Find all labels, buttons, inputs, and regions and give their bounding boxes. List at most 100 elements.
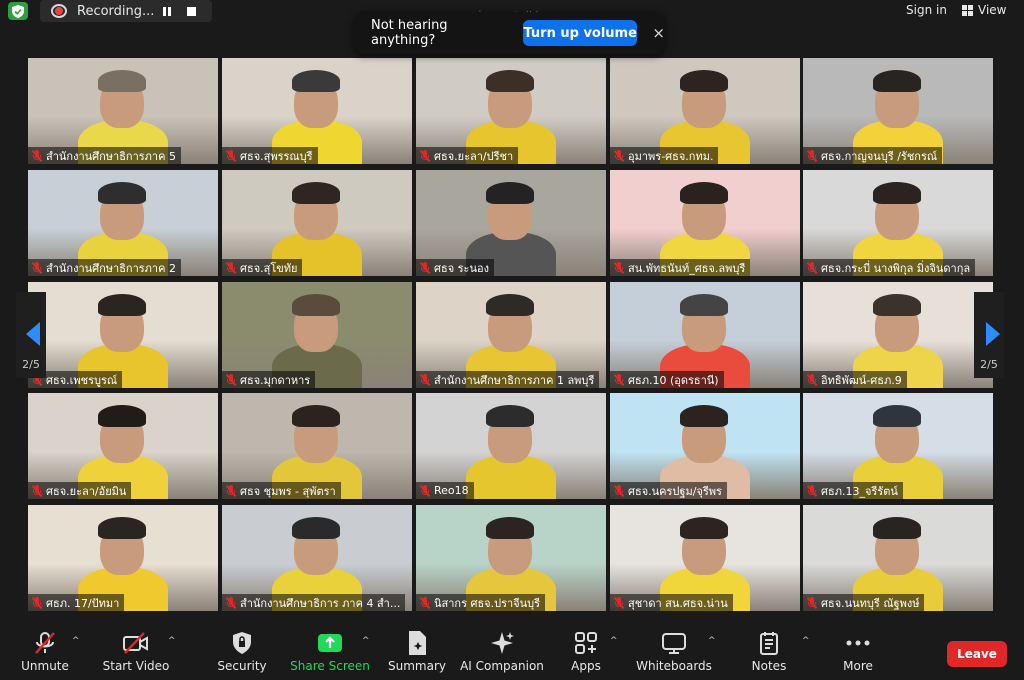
more-label: More	[843, 659, 873, 673]
participant-name: ศธจ ระนอง	[434, 261, 489, 275]
participant-name: ศธจ.มุกดาหาร	[240, 373, 311, 387]
participant-video-tile[interactable]: ศธจ.ยะลา/อัยมิน	[28, 393, 218, 499]
ai-companion-button[interactable]: AI Companion	[460, 628, 544, 673]
pause-recording-button[interactable]	[155, 0, 179, 22]
leave-meeting-button[interactable]: Leave	[947, 641, 1007, 667]
participant-name-bar: Reo18	[416, 482, 474, 499]
participant-video-tile[interactable]: อิทธิพัฒน์-ศธภ.9	[803, 282, 993, 388]
unmute-button[interactable]: Unmute	[21, 628, 69, 673]
zoom-meeting-window: Recording... กพร.สป.ศธ.ว. talking... Sig…	[0, 0, 1024, 680]
participant-name-bar: ศธจ.นครปฐม/จุรีพร	[610, 482, 727, 499]
microphone-muted-icon	[613, 261, 625, 274]
participant-video-tile[interactable]: สำนักงานศึกษาธิการภาค 5	[28, 58, 218, 164]
participant-video-tile[interactable]: นิสากร ศธจ.ปราจีนบุรี	[416, 505, 606, 611]
unmute-label: Unmute	[21, 659, 69, 673]
summary-button[interactable]: Summary	[388, 628, 446, 673]
encryption-shield-icon[interactable]	[8, 2, 28, 20]
notes-button[interactable]: Notes	[750, 628, 788, 673]
participant-name: ศธภ.13_จรีรัตน์	[821, 484, 898, 498]
participant-video-tile[interactable]: ศธภ.13_จรีรัตน์	[803, 393, 993, 499]
participant-name: อิทธิพัฒน์-ศธภ.9	[821, 373, 902, 387]
participant-video-tile[interactable]: ศธภ. 17/ปัทมา	[28, 505, 218, 611]
participant-name-bar: นิสากร ศธจ.ปราจีนบุรี	[416, 594, 546, 611]
whiteboards-button[interactable]: Whiteboards	[636, 628, 712, 673]
apps-button[interactable]: Apps	[568, 628, 604, 673]
recording-indicator: Recording...	[40, 0, 212, 22]
security-button[interactable]: Security	[217, 628, 267, 673]
view-button[interactable]: View	[962, 3, 1006, 17]
microphone-muted-icon	[32, 628, 58, 658]
arrow-right-icon	[986, 322, 1000, 346]
participant-video-tile[interactable]: Reo18	[416, 393, 606, 499]
notes-icon	[759, 628, 779, 658]
notes-options-caret-icon[interactable]: ^	[802, 636, 810, 646]
apps-options-caret-icon[interactable]: ^	[610, 636, 618, 646]
participant-video-tile[interactable]: ศธจ.สุพรรณบุรี	[222, 58, 412, 164]
participant-video-tile[interactable]: ศธภ.10 (อุดรธานี)	[610, 282, 800, 388]
summary-document-icon	[406, 628, 428, 658]
participant-video-tile[interactable]: สำนักงานศึกษาธิการ ภาค 4 สำ...	[222, 505, 412, 611]
participant-name-bar: สำนักงานศึกษาธิการ ภาค 4 สำ...	[222, 594, 406, 611]
sign-in-link[interactable]: Sign in	[906, 3, 947, 17]
microphone-muted-icon	[419, 149, 431, 162]
page-indicator-right: 2/5	[980, 358, 998, 371]
more-button[interactable]: More	[840, 628, 876, 673]
whiteboard-icon	[661, 628, 687, 658]
participant-name-bar: สุชาดา สน.ศธจ.น่าน	[610, 594, 733, 611]
participant-video-tile[interactable]: ศธจ.นนทบุรี ณัฐพงษ์	[803, 505, 993, 611]
participant-video-tile[interactable]: อุมาพร-ศธจ.กทม.	[610, 58, 800, 164]
view-label: View	[978, 3, 1007, 17]
microphone-muted-icon	[225, 484, 237, 497]
participant-video-tile[interactable]: ศธจ.สุโขทัย	[222, 170, 412, 276]
next-page-button[interactable]: 2/5	[974, 292, 1004, 378]
share-screen-button[interactable]: Share Screen	[290, 628, 370, 673]
ai-companion-label: AI Companion	[460, 659, 544, 673]
page-indicator-left: 2/5	[22, 358, 40, 371]
recording-label: Recording...	[77, 3, 155, 19]
stop-recording-button[interactable]	[179, 0, 203, 22]
whiteboards-options-caret-icon[interactable]: ^	[708, 636, 716, 646]
audio-options-caret-icon[interactable]: ^	[72, 636, 80, 646]
microphone-muted-icon	[419, 484, 431, 497]
microphone-muted-icon	[31, 596, 43, 609]
participant-name: สำนักงานศึกษาธิการภาค 2	[46, 261, 176, 275]
participant-name-bar: อุมาพร-ศธจ.กทม.	[610, 147, 719, 164]
previous-page-button[interactable]: 2/5	[16, 292, 46, 378]
microphone-muted-icon	[806, 373, 818, 386]
video-options-caret-icon[interactable]: ^	[168, 636, 176, 646]
participant-video-tile[interactable]: สำนักงานศึกษาธิการภาค 2	[28, 170, 218, 276]
participant-name-bar: ศธจ.สุพรรณบุรี	[222, 147, 318, 164]
participant-name: ศธจ.สุโขทัย	[240, 261, 298, 275]
microphone-muted-icon	[31, 261, 43, 274]
participant-video-tile[interactable]: ศธจ.เพชรบูรณ์	[28, 282, 218, 388]
microphone-muted-icon	[613, 596, 625, 609]
participant-name-bar: ศธภ.13_จรีรัตน์	[803, 482, 903, 499]
participant-video-tile[interactable]: ศธจ.กาญจนบุรี /รัชกรณ์	[803, 58, 993, 164]
participant-video-tile[interactable]: ศธจ.นครปฐม/จุรีพร	[610, 393, 800, 499]
participant-video-tile[interactable]: สน.พัทธนันท์_ศธจ.ลพบุรี	[610, 170, 800, 276]
participant-name: ศธจ.กระบี่ นางพิกุล มิ่งจินดากุล	[821, 261, 971, 275]
participant-name: ศธภ.10 (อุดรธานี)	[628, 373, 719, 387]
microphone-muted-icon	[613, 484, 625, 497]
participant-name: ศธจ.สุพรรณบุรี	[240, 149, 313, 163]
share-options-caret-icon[interactable]: ^	[362, 636, 370, 646]
participant-video-tile[interactable]: ศธจ ชุมพร - สุพัตรา	[222, 393, 412, 499]
turn-up-volume-button[interactable]: Turn up volume	[522, 20, 638, 46]
participant-name-bar: ศธจ.กาญจนบุรี /รัชกรณ์	[803, 147, 943, 164]
microphone-muted-icon	[225, 596, 237, 609]
participant-video-tile[interactable]: ศธจ.มุกดาหาร	[222, 282, 412, 388]
participant-video-tile[interactable]: ศธจ.กระบี่ นางพิกุล มิ่งจินดากุล	[803, 170, 993, 276]
microphone-muted-icon	[613, 373, 625, 386]
participant-video-tile[interactable]: ศธจ.ยะลา/ปรีชา	[416, 58, 606, 164]
participant-video-tile[interactable]: ศธจ ระนอง	[416, 170, 606, 276]
participant-video-tile[interactable]: สุชาดา สน.ศธจ.น่าน	[610, 505, 800, 611]
participant-name: อุมาพร-ศธจ.กทม.	[628, 149, 714, 163]
microphone-muted-icon	[806, 261, 818, 274]
microphone-muted-icon	[613, 149, 625, 162]
participant-video-tile[interactable]: สำนักงานศึกษาธิการภาค 1 ลพบุรี	[416, 282, 606, 388]
start-video-button[interactable]: Start Video	[103, 628, 169, 673]
participant-name-bar: สน.พัทธนันท์_ศธจ.ลพบุรี	[610, 259, 751, 276]
close-icon[interactable]: ×	[652, 24, 665, 42]
recording-icon	[51, 4, 67, 18]
participant-name: นิสากร ศธจ.ปราจีนบุรี	[434, 596, 541, 610]
